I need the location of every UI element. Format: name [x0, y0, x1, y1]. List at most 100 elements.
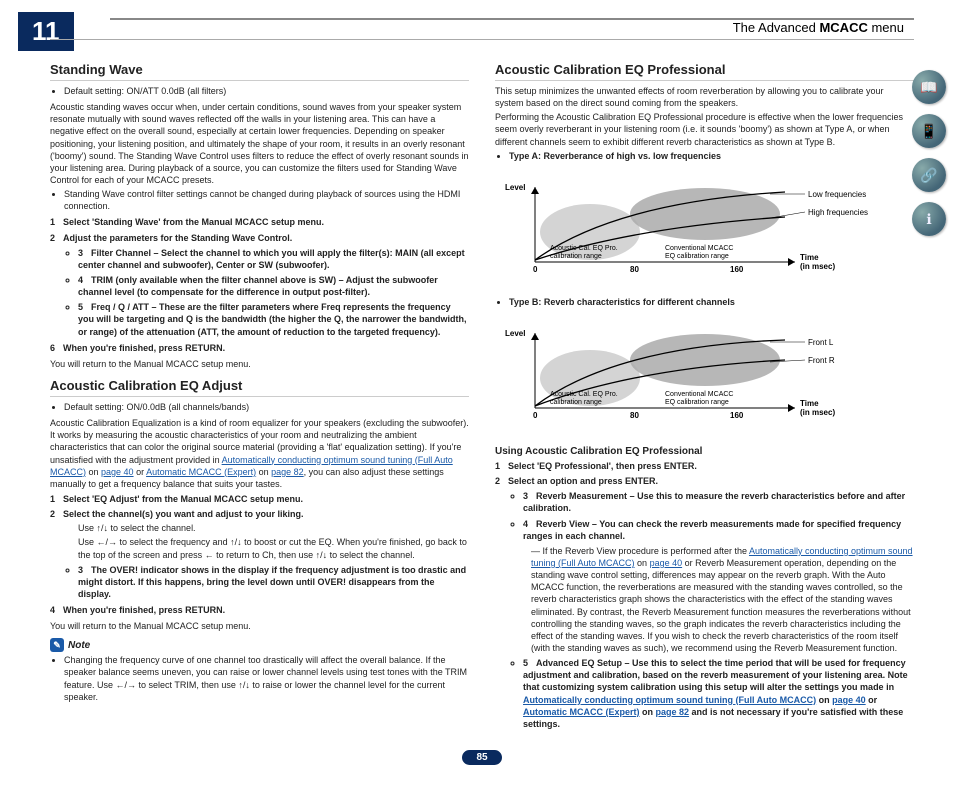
reverb-measurement: Reverb Measurement – Use this to measure…: [523, 490, 914, 514]
note-label: Note: [68, 640, 90, 651]
heading-eq-adjust: Acoustic Calibration EQ Adjust: [50, 378, 469, 397]
eqa-step-3: When you're finished, press RETURN.: [50, 604, 469, 616]
sw-hdmi-note: Standing Wave control filter settings ca…: [64, 188, 469, 212]
breadcrumb-prefix: The Advanced: [733, 20, 820, 35]
sw-default: Default setting: ON/ATT 0.0dB (all filte…: [64, 85, 469, 97]
page-number: 85: [50, 750, 914, 765]
svg-text:Level: Level: [505, 329, 525, 338]
svg-text:160: 160: [730, 411, 744, 420]
pro-p1: This setup minimizes the unwanted effect…: [495, 85, 914, 109]
link-full-auto-mcacc-3[interactable]: Automatically conducting optimum sound t…: [523, 695, 816, 705]
svg-text:0: 0: [533, 265, 538, 274]
svg-text:High frequencies: High frequencies: [808, 208, 868, 217]
remote-icon[interactable]: 📱: [912, 114, 946, 148]
label: Reverb Measurement: [536, 491, 627, 501]
link-auto-mcacc-expert-2[interactable]: Automatic MCACC (Expert): [523, 707, 640, 717]
t: Select the channel(s) you want and adjus…: [63, 509, 304, 519]
eqa-s2-p2: Use ←/→ to select the frequency and ↑/↓ …: [64, 536, 469, 560]
t: on: [635, 558, 650, 568]
left-column: Standing Wave Default setting: ON/ATT 0.…: [50, 54, 469, 734]
eqa-paragraph: Acoustic Calibration Equalization is a k…: [50, 417, 469, 490]
pro-p2: Performing the Acoustic Calibration EQ P…: [495, 111, 914, 147]
heading-using-eq-pro: Using Acoustic Calibration EQ Profession…: [495, 446, 914, 457]
type-a-label: Type A: Reverberance of high vs. low fre…: [509, 151, 721, 161]
sw-filter-channel: Filter Channel – Select the channel to w…: [78, 247, 469, 271]
using-step-2: Select an option and press ENTER. Reverb…: [495, 475, 914, 730]
link-page-82-2[interactable]: page 82: [656, 707, 690, 717]
svg-text:Conventional MCACC: Conventional MCACC: [665, 391, 733, 398]
t: Select 'EQ Adjust' from the Manual MCACC…: [63, 494, 303, 504]
svg-text:Front L: Front L: [808, 338, 834, 347]
info-icon[interactable]: ℹ: [912, 202, 946, 236]
label: TRIM: [91, 275, 113, 285]
using-step-1: Select 'EQ Professional', then press ENT…: [495, 460, 914, 472]
breadcrumb: The Advanced MCACC menu: [50, 20, 914, 40]
link-page-40[interactable]: page 40: [101, 467, 134, 477]
t: or: [866, 695, 878, 705]
right-column: Acoustic Calibration EQ Professional Thi…: [495, 54, 914, 734]
svg-text:80: 80: [630, 411, 639, 420]
link-page-40-2[interactable]: page 40: [650, 558, 683, 568]
diagram-type-a: Level Time (in msec) 0 80 160 Low freque…: [495, 172, 905, 282]
svg-text:Acoustic Cal. EQ Pro.: Acoustic Cal. EQ Pro.: [550, 391, 618, 398]
svg-text:Front R: Front R: [808, 356, 835, 365]
t: or Reverb Measurement operation, dependi…: [531, 558, 911, 653]
svg-text:Conventional MCACC: Conventional MCACC: [665, 245, 733, 252]
svg-text:80: 80: [630, 265, 639, 274]
sw-step-2-text: Adjust the parameters for the Standing W…: [63, 233, 292, 243]
eqa-return: You will return to the Manual MCACC setu…: [50, 620, 469, 632]
sw-step-3: When you're finished, press RETURN.: [50, 342, 469, 354]
breadcrumb-suffix: menu: [868, 20, 904, 35]
label: Advanced EQ Setup: [536, 658, 622, 668]
svg-text:Low frequencies: Low frequencies: [808, 190, 866, 199]
t: or: [134, 467, 147, 477]
eqa-default: Default setting: ON/0.0dB (all channels/…: [64, 401, 469, 413]
heading-eq-professional: Acoustic Calibration EQ Professional: [495, 62, 914, 81]
diagram-type-b: Level Time (in msec) 0 80 160 Front L Fr…: [495, 318, 905, 428]
book-icon[interactable]: 📖: [912, 70, 946, 104]
label: Filter Channel: [91, 248, 151, 258]
desc: (only available when the filter channel …: [78, 275, 438, 297]
sw-paragraph: Acoustic standing waves occur when, unde…: [50, 101, 469, 186]
svg-text:Level: Level: [505, 183, 525, 192]
svg-text:EQ calibration range: EQ calibration range: [665, 399, 729, 406]
reverb-view: Reverb View – You can check the reverb m…: [523, 518, 914, 655]
svg-text:Acoustic Cal. EQ Pro.: Acoustic Cal. EQ Pro.: [550, 245, 618, 252]
svg-text:EQ calibration range: EQ calibration range: [665, 253, 729, 260]
page-number-value: 85: [462, 750, 501, 765]
t: on: [256, 467, 271, 477]
breadcrumb-bold: MCACC: [819, 20, 867, 35]
link-page-40-3[interactable]: page 40: [832, 695, 866, 705]
sw-step-1: Select 'Standing Wave' from the Manual M…: [50, 216, 469, 228]
sw-step-3-text: When you're finished, press RETURN.: [63, 343, 225, 353]
t: on: [816, 695, 832, 705]
svg-text:Time: Time: [800, 253, 819, 262]
t: on: [86, 467, 101, 477]
type-b-label: Type B: Reverb characteristics for diffe…: [509, 297, 735, 307]
label: Reverb View: [536, 519, 589, 529]
link-auto-mcacc-expert[interactable]: Automatic MCACC (Expert): [146, 467, 256, 477]
svg-text:(in msec): (in msec): [800, 408, 835, 417]
t: Select 'EQ Professional', then press ENT…: [508, 461, 697, 471]
sw-return: You will return to the Manual MCACC setu…: [50, 358, 469, 370]
svg-text:0: 0: [533, 411, 538, 420]
t: Select an option and press ENTER.: [508, 476, 658, 486]
sw-step-2: Adjust the parameters for the Standing W…: [50, 232, 469, 338]
sw-trim: TRIM (only available when the filter cha…: [78, 274, 469, 298]
label: Freq / Q / ATT: [91, 302, 149, 312]
svg-text:(in msec): (in msec): [800, 262, 835, 271]
network-icon[interactable]: 🔗: [912, 158, 946, 192]
eqa-step-1: Select 'EQ Adjust' from the Manual MCACC…: [50, 493, 469, 505]
advanced-eq-setup: Advanced EQ Setup – Use this to select t…: [523, 657, 914, 730]
note-icon: ✎: [50, 638, 64, 652]
svg-text:calibration range: calibration range: [550, 253, 602, 260]
sw-freq-q-att: Freq / Q / ATT – These are the filter pa…: [78, 301, 469, 337]
eqa-over-note: The OVER! indicator shows in the display…: [78, 564, 469, 600]
side-nav-icons: 📖 📱 🔗 ℹ: [912, 70, 946, 236]
eqa-s2-p1: Use ↑/↓ to select the channel.: [64, 522, 469, 534]
sw-step-1-text: Select 'Standing Wave' from the Manual M…: [63, 217, 324, 227]
svg-text:Time: Time: [800, 399, 819, 408]
t: If the Reverb View procedure is performe…: [543, 546, 749, 556]
link-page-82[interactable]: page 82: [271, 467, 304, 477]
eqa-step-2: Select the channel(s) you want and adjus…: [50, 508, 469, 600]
